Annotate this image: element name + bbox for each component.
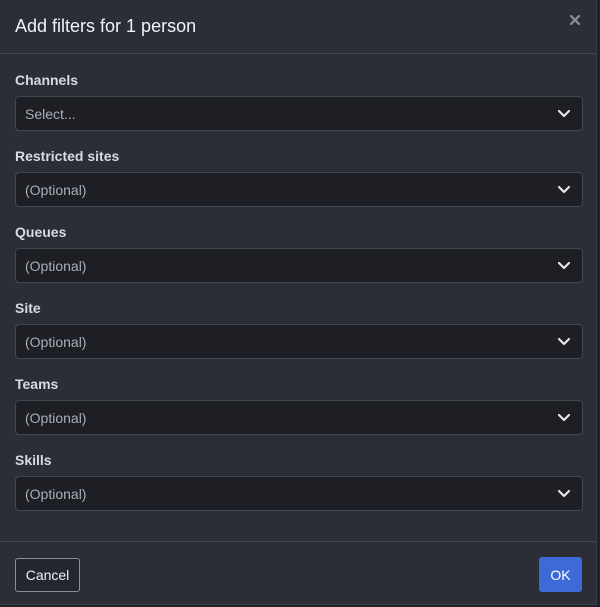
chevron-down-icon: [557, 413, 571, 422]
chevron-down-icon: [557, 109, 571, 118]
channels-field: Channels Select...: [15, 72, 583, 148]
queues-field: Queues (Optional): [15, 224, 583, 300]
queues-select[interactable]: (Optional): [15, 248, 583, 283]
skills-label: Skills: [15, 452, 52, 468]
channels-select-value: Select...: [25, 106, 76, 122]
queues-label: Queues: [15, 224, 67, 240]
teams-select[interactable]: (Optional): [15, 400, 583, 435]
site-select-value: (Optional): [25, 334, 87, 350]
teams-field: Teams (Optional): [15, 376, 583, 452]
dialog-header: Add filters for 1 person: [0, 0, 596, 54]
ok-button[interactable]: OK: [539, 557, 582, 592]
channels-label: Channels: [15, 72, 79, 88]
chevron-down-icon: [557, 337, 571, 346]
channels-select[interactable]: Select...: [15, 96, 583, 131]
skills-select-value: (Optional): [25, 486, 87, 502]
site-field: Site (Optional): [15, 300, 583, 376]
dialog-footer: Cancel OK: [0, 541, 596, 605]
restricted-sites-field: Restricted sites (Optional): [15, 148, 583, 224]
teams-label: Teams: [15, 376, 59, 392]
chevron-down-icon: [557, 261, 571, 270]
queues-select-value: (Optional): [25, 258, 87, 274]
cancel-button[interactable]: Cancel: [15, 558, 80, 592]
chevron-down-icon: [557, 489, 571, 498]
site-select[interactable]: (Optional): [15, 324, 583, 359]
restricted-sites-select-value: (Optional): [25, 182, 87, 198]
teams-select-value: (Optional): [25, 410, 87, 426]
add-filters-dialog: Add filters for 1 person Channels Select…: [0, 0, 597, 605]
dialog-title: Add filters for 1 person: [15, 16, 197, 36]
site-label: Site: [15, 300, 41, 316]
restricted-sites-label: Restricted sites: [15, 148, 120, 164]
skills-field: Skills (Optional): [15, 452, 583, 528]
dialog-body: Channels Select... Restricted sites (Opt…: [15, 72, 583, 528]
close-icon[interactable]: [568, 13, 582, 27]
restricted-sites-select[interactable]: (Optional): [15, 172, 583, 207]
chevron-down-icon: [557, 185, 571, 194]
skills-select[interactable]: (Optional): [15, 476, 583, 511]
